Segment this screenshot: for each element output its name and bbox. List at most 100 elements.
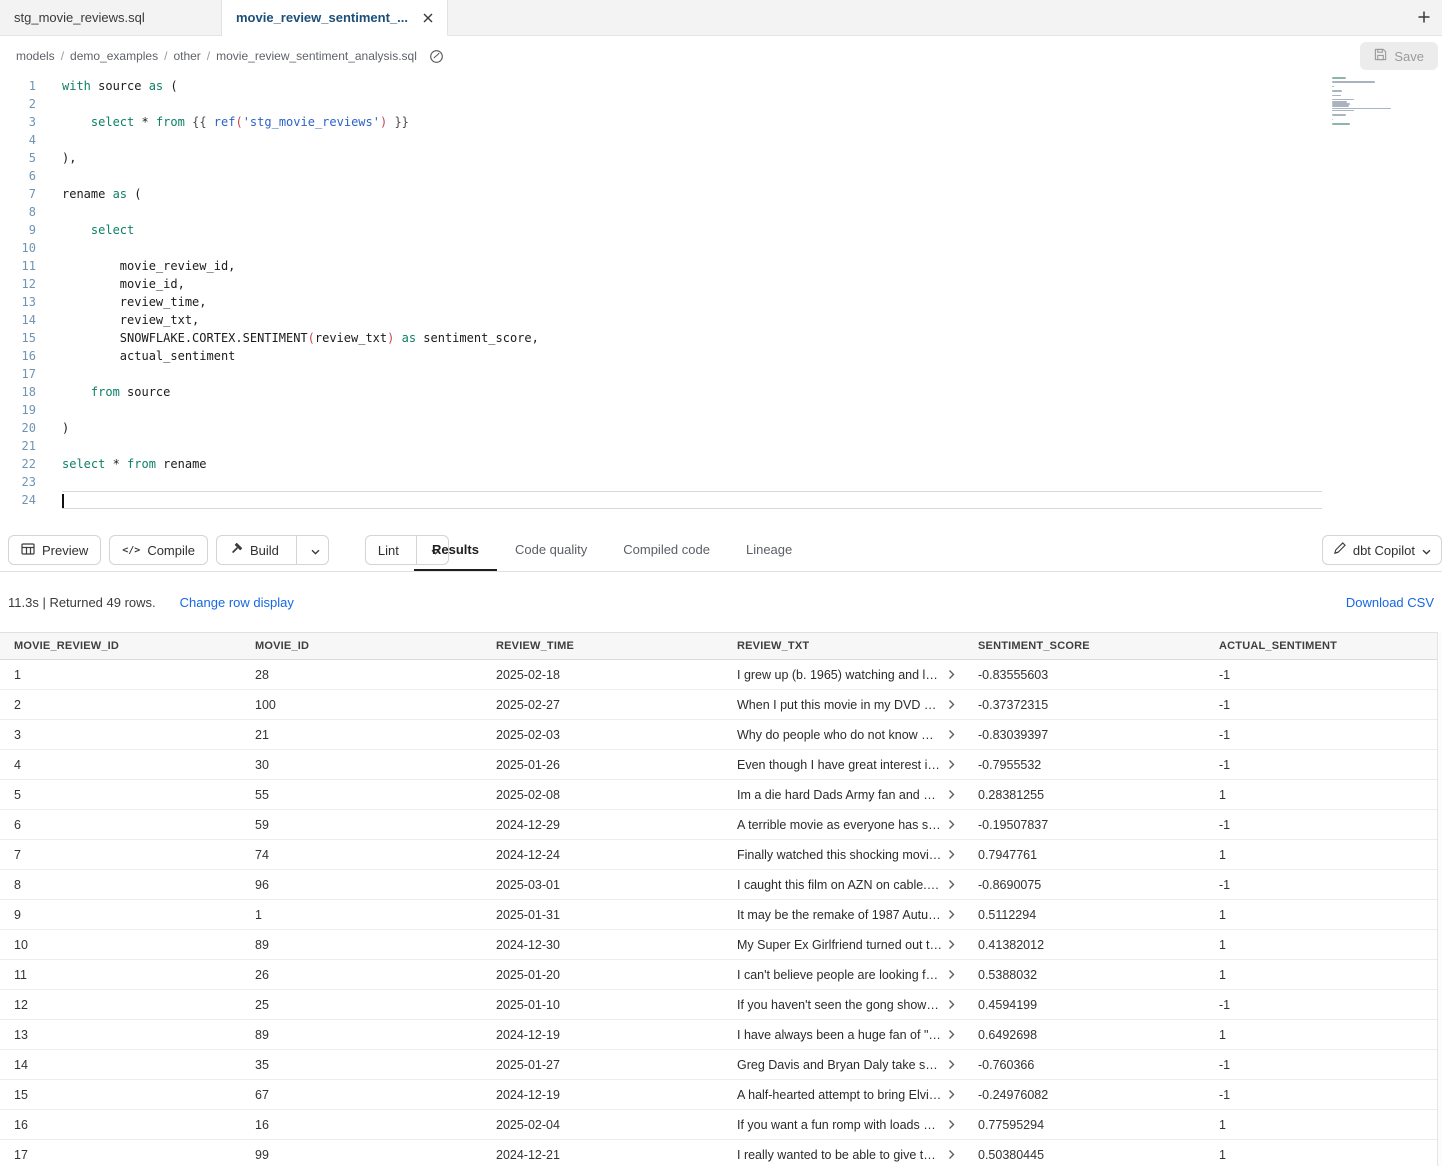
cell-movie_review_id: 3 [0,728,241,742]
tab-lineage[interactable]: Lineage [728,530,810,571]
build-dropdown-button[interactable] [304,536,328,564]
code-line-21[interactable] [62,437,1322,455]
code-line-1[interactable]: with source as ( [62,77,1322,95]
cell-movie_review_id: 17 [0,1148,241,1162]
expand-review-icon[interactable] [948,1119,955,1130]
code-line-4[interactable] [62,131,1322,149]
cell-movie_review_id: 4 [0,758,241,772]
expand-review-icon[interactable] [948,1059,955,1070]
review-text: I have always been a huge fan of "Hom… [737,1028,942,1042]
cell-movie_id: 67 [241,1088,482,1102]
cell-movie_review_id: 6 [0,818,241,832]
cell-review_txt: I caught this film on AZN on cable. It s… [723,878,964,892]
query-status-bar: 11.3s | Returned 49 rows. Change row dis… [0,572,1442,632]
table-row: 15672024-12-19A half-hearted attempt to … [0,1080,1442,1110]
code-line-19[interactable] [62,401,1322,419]
table-scrollbar[interactable] [1437,632,1442,1166]
code-line-18[interactable]: from source [62,383,1322,401]
code-line-10[interactable] [62,239,1322,257]
cell-movie_review_id: 13 [0,1028,241,1042]
code-line-16[interactable]: actual_sentiment [62,347,1322,365]
code-line-14[interactable]: review_txt, [62,311,1322,329]
code-line-15[interactable]: SNOWFLAKE.CORTEX.SENTIMENT(review_txt) a… [62,329,1322,347]
line-number: 18 [0,383,46,401]
expand-review-icon[interactable] [948,879,955,890]
tab-label: movie_review_sentiment_... [236,10,408,25]
code-line-13[interactable]: review_time, [62,293,1322,311]
cell-review_time: 2025-03-01 [482,878,723,892]
code-line-3[interactable]: select * from {{ ref('stg_movie_reviews'… [62,113,1322,131]
expand-review-icon[interactable] [948,759,955,770]
line-number: 4 [0,131,46,149]
expand-review-icon[interactable] [948,729,955,740]
code-line-23[interactable] [62,473,1322,491]
table-row: 13892024-12-19I have always been a huge … [0,1020,1442,1050]
expand-review-icon[interactable] [948,669,955,680]
expand-review-icon[interactable] [948,939,955,950]
file-header-bar: models/demo_examples/other/movie_review_… [0,36,1442,76]
line-number: 11 [0,257,46,275]
expand-review-icon[interactable] [948,1149,955,1160]
tab-code-quality[interactable]: Code quality [497,530,605,571]
code-line-9[interactable]: select [62,221,1322,239]
close-tab-icon[interactable] [413,13,433,23]
cell-sentiment_score: -0.7955532 [964,758,1205,772]
compile-button[interactable]: </> Compile [109,535,208,565]
tab-results[interactable]: Results [414,530,497,571]
editor-tab-1[interactable]: stg_movie_reviews.sql [0,0,222,35]
code-line-12[interactable]: movie_id, [62,275,1322,293]
new-tab-button[interactable] [1406,0,1442,36]
preview-button[interactable]: Preview [8,535,101,565]
code-line-2[interactable] [62,95,1322,113]
cell-actual_sentiment: 1 [1205,1148,1442,1162]
build-button[interactable]: Build [217,536,289,564]
line-number: 20 [0,419,46,437]
expand-review-icon[interactable] [948,849,955,860]
results-tab-strip: ResultsCode qualityCompiled codeLineage [414,530,810,571]
code-line-5[interactable]: ), [62,149,1322,167]
line-number: 5 [0,149,46,167]
tab-compiled-code[interactable]: Compiled code [605,530,728,571]
code-line-11[interactable]: movie_review_id, [62,257,1322,275]
table-row: 12252025-01-10If you haven't seen the go… [0,990,1442,1020]
code-line-8[interactable] [62,203,1322,221]
cell-review_txt: I really wanted to be able to give this … [723,1148,964,1162]
breadcrumb-action-icon[interactable] [429,49,444,64]
code-line-17[interactable] [62,365,1322,383]
code-line-20[interactable]: ) [62,419,1322,437]
expand-review-icon[interactable] [948,999,955,1010]
expand-review-icon[interactable] [948,969,955,980]
expand-review-icon[interactable] [948,699,955,710]
code-line-6[interactable] [62,167,1322,185]
cell-review_txt: It may be the remake of 1987 Autumn'… [723,908,964,922]
review-text: A terrible movie as everyone has said. … [737,818,942,832]
line-number: 9 [0,221,46,239]
chevron-down-icon [311,543,320,558]
editor-tab-2[interactable]: movie_review_sentiment_... [222,0,448,36]
cell-sentiment_score: 0.50380445 [964,1148,1205,1162]
cell-movie_id: 21 [241,728,482,742]
download-csv-link[interactable]: Download CSV [1346,595,1434,610]
expand-review-icon[interactable] [948,1029,955,1040]
lint-button[interactable]: Lint [366,536,409,564]
expand-review-icon[interactable] [948,789,955,800]
sql-editor[interactable]: 123456789101112131415161718192021222324 … [0,76,1442,530]
expand-review-icon[interactable] [948,909,955,920]
line-number: 15 [0,329,46,347]
code-line-24[interactable] [62,491,1322,509]
cell-actual_sentiment: -1 [1205,1088,1442,1102]
save-button[interactable]: Save [1360,42,1438,70]
cell-sentiment_score: 0.4594199 [964,998,1205,1012]
editor-minimap[interactable] [1332,77,1396,130]
line-number: 21 [0,437,46,455]
breadcrumb-separator: / [207,49,210,63]
expand-review-icon[interactable] [948,1089,955,1100]
tab-label: stg_movie_reviews.sql [14,10,145,25]
dbt-copilot-button[interactable]: dbt Copilot [1322,535,1442,565]
code-line-22[interactable]: select * from rename [62,455,1322,473]
code-line-7[interactable]: rename as ( [62,185,1322,203]
cell-review_txt: Even though I have great interest in Bi… [723,758,964,772]
cell-review_time: 2025-01-10 [482,998,723,1012]
expand-review-icon[interactable] [948,819,955,830]
change-row-display-link[interactable]: Change row display [180,595,294,610]
